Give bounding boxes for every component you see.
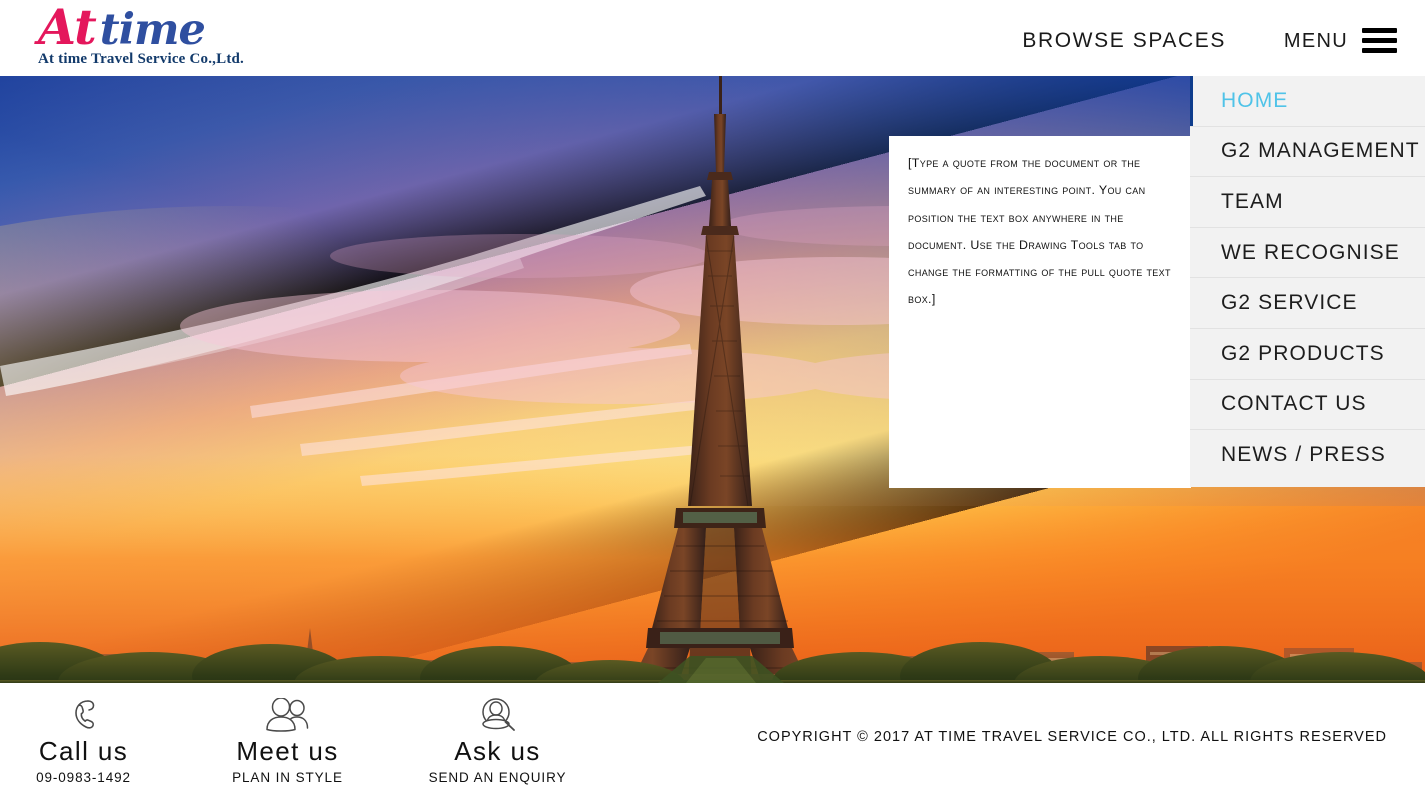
search-person-icon	[400, 695, 595, 735]
hamburger-bar	[1362, 38, 1397, 43]
cta-subtitle: PLAN IN STYLE	[232, 770, 343, 785]
sidebar-item-g2-products[interactable]: G2 PRODUCTS	[1190, 328, 1425, 380]
hamburger-menu-icon[interactable]	[1362, 28, 1397, 54]
cta-title: Ask us	[454, 736, 541, 766]
sidebar-item-label: NEWS / PRESS	[1221, 443, 1386, 467]
sidebar-item-label: TEAM	[1221, 189, 1284, 213]
phone-icon	[0, 695, 167, 735]
pull-quote-text: [Type a quote from the document or the s…	[908, 156, 1171, 307]
hamburger-bar	[1362, 28, 1397, 33]
sidebar-item-contact-us[interactable]: CONTACT US	[1190, 379, 1425, 431]
cta-title: Call us	[38, 736, 129, 766]
logo-time-word: time	[99, 5, 206, 55]
site-logo[interactable]: Attime At time Travel Service Co.,Ltd.	[38, 3, 338, 73]
site-header: Attime At time Travel Service Co.,Ltd. B…	[0, 0, 1425, 76]
sidebar-item-news-press[interactable]: NEWS / PRESS	[1190, 430, 1425, 481]
sidebar-item-label: HOME	[1221, 88, 1289, 112]
cta-subtitle: SEND AN ENQUIRY	[428, 770, 567, 785]
sidebar-item-we-recognise[interactable]: WE RECOGNISE	[1190, 227, 1425, 279]
sidebar-item-label: G2 SERVICE	[1221, 291, 1358, 315]
page-root: Attime At time Travel Service Co.,Ltd. B…	[0, 0, 1425, 788]
main-navigation-sidebar: HOME G2 MANAGEMENT TEAM WE RECOGNISE G2 SERV…	[1190, 76, 1425, 487]
browse-spaces-link[interactable]: BROWSE SPACES	[1022, 29, 1226, 53]
sidebar-item-g2-management[interactable]: G2 MANAGEMENT	[1190, 126, 1425, 178]
logo-script-text: Attime	[38, 3, 338, 55]
sidebar-item-home[interactable]: HOME	[1190, 76, 1425, 127]
pull-quote-box: [Type a quote from the document or the s…	[889, 136, 1191, 488]
copyright-text: COPYRIGHT © 2017 AT TIME TRAVEL SERVICE …	[757, 729, 1387, 745]
sidebar-item-label: CONTACT US	[1221, 392, 1367, 416]
sidebar-item-label: WE RECOGNISE	[1221, 240, 1400, 264]
sidebar-item-team[interactable]: TEAM	[1190, 177, 1425, 228]
site-footer: Call us 09-0983-1492 Meet us PLAN IN STY…	[0, 683, 1425, 788]
cta-ask-us[interactable]: Ask us SEND AN ENQUIRY	[400, 683, 595, 788]
hamburger-bar	[1362, 48, 1397, 53]
sidebar-item-label: G2 PRODUCTS	[1221, 341, 1385, 365]
cta-meet-us[interactable]: Meet us PLAN IN STYLE	[185, 683, 390, 788]
logo-subtitle: At time Travel Service Co.,Ltd.	[38, 51, 245, 67]
menu-label[interactable]: MENU	[1284, 30, 1348, 53]
sidebar-item-label: G2 MANAGEMENT	[1221, 139, 1420, 163]
cta-call-us[interactable]: Call us 09-0983-1492	[0, 683, 167, 788]
cta-title: Meet us	[236, 736, 339, 766]
cta-subtitle: 09-0983-1492	[36, 770, 131, 785]
people-icon	[185, 695, 390, 735]
sidebar-item-g2-service[interactable]: G2 SERVICE	[1190, 278, 1425, 329]
logo-at-word: At	[38, 0, 97, 56]
